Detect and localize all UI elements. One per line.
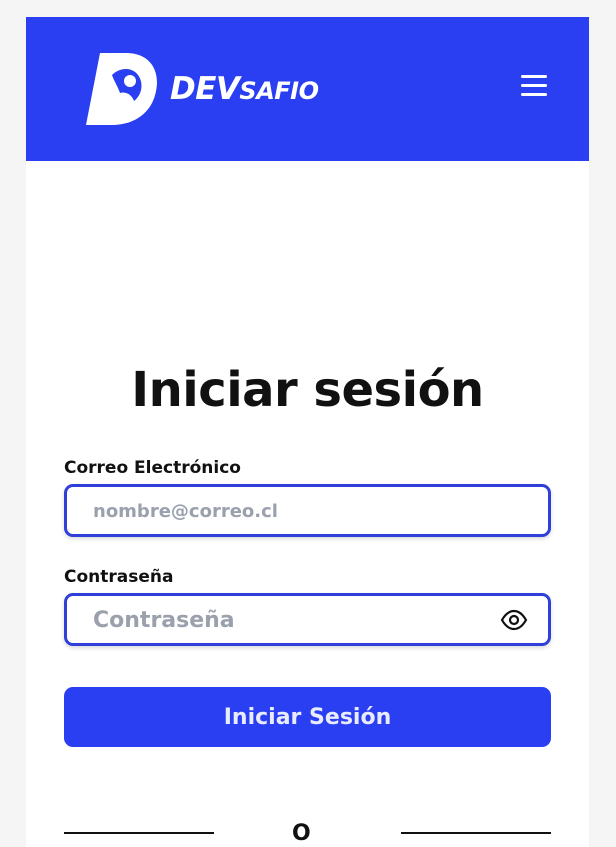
login-submit-button[interactable]: Iniciar Sesión (64, 687, 551, 747)
devsafio-logo[interactable]: DEVSAFIO (86, 51, 346, 131)
brand-name-dev: DEV (170, 71, 240, 107)
email-field[interactable] (64, 484, 551, 537)
divider-line-right (401, 832, 551, 834)
email-label: Correo Electrónico (64, 458, 241, 478)
divider-line-left (64, 832, 214, 834)
brand-name-safio: SAFIO (239, 77, 319, 105)
page-title: Iniciar sesión (131, 362, 484, 418)
brand-name: DEVSAFIO (170, 71, 319, 107)
password-field[interactable] (64, 593, 551, 646)
logo-mark-icon (86, 53, 157, 125)
password-input[interactable] (91, 596, 495, 645)
login-page: DEVSAFIO Iniciar sesión Correo Electróni… (26, 17, 589, 847)
menu-bar-bottom (521, 93, 547, 96)
email-input[interactable] (91, 487, 495, 536)
divider-or-text: O (292, 821, 311, 846)
password-label: Contraseña (64, 567, 174, 587)
menu-bar-middle (521, 84, 547, 87)
eye-icon[interactable] (500, 608, 528, 632)
menu-bar-top (521, 75, 547, 78)
site-header: DEVSAFIO (26, 17, 589, 161)
hamburger-menu-icon[interactable] (518, 71, 552, 101)
